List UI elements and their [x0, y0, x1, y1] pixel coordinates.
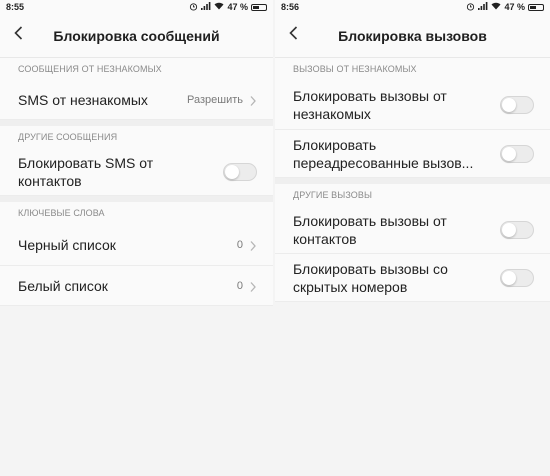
- toggle-knob: [225, 164, 239, 179]
- block-forwarded-row[interactable]: Блокировать переадресованные вызов...: [275, 130, 550, 178]
- page-title: Блокировка сообщений: [53, 27, 220, 44]
- status-time: 8:55: [6, 2, 25, 12]
- back-button[interactable]: [275, 14, 311, 58]
- sms-unknown-row[interactable]: SMS от незнакомых Разрешить: [0, 80, 273, 120]
- row-label: Белый список: [18, 277, 108, 294]
- app-header: Блокировка вызовов: [275, 14, 550, 58]
- row-label: Черный список: [18, 236, 116, 253]
- alarm-icon: [189, 2, 198, 13]
- status-bar: 8:55 47 %: [0, 0, 273, 14]
- toggle-knob: [502, 146, 516, 161]
- block-contacts-toggle[interactable]: [500, 220, 534, 239]
- page-title: Блокировка вызовов: [338, 27, 487, 44]
- signal-icon: [478, 2, 488, 12]
- row-right: Разрешить: [187, 94, 257, 106]
- chevron-left-icon: [288, 26, 298, 45]
- row-label: SMS от незнакомых: [18, 91, 148, 108]
- section-header-unknown: ВЫЗОВЫ ОТ НЕЗНАКОМЫХ: [275, 58, 550, 80]
- chevron-right-icon: [249, 94, 257, 106]
- block-sms-contacts-toggle[interactable]: [223, 162, 257, 181]
- wifi-icon: [214, 2, 224, 12]
- section-header-other: ДРУГИЕ СООБЩЕНИЯ: [0, 126, 273, 148]
- row-value: 0: [236, 279, 243, 292]
- row-label: Блокировать вызовы от незнакомых: [293, 87, 447, 122]
- back-button[interactable]: [0, 14, 36, 58]
- block-forwarded-toggle[interactable]: [500, 144, 534, 163]
- toggle-knob: [502, 270, 516, 285]
- row-label: Блокировать вызовы от контактов: [293, 212, 447, 247]
- chevron-right-icon: [249, 239, 257, 251]
- chevron-right-icon: [249, 280, 257, 292]
- row-value: 0: [236, 238, 243, 251]
- row-label: Блокировать вызовы со скрытых номеров: [293, 260, 448, 295]
- battery-percent: 47 %: [227, 2, 248, 12]
- blacklist-row[interactable]: Черный список 0: [0, 224, 273, 266]
- status-bar: 8:56 47 %: [275, 0, 550, 14]
- row-right: 0: [237, 280, 257, 292]
- call-blocking-screen: 8:56 47 % Блокировка вызовов ВЫЗОВЫ ОТ Н…: [275, 0, 550, 476]
- block-unknown-row[interactable]: Блокировать вызовы от незнакомых: [275, 80, 550, 130]
- alarm-icon: [466, 2, 475, 13]
- wifi-icon: [491, 2, 501, 12]
- row-label: Блокировать переадресованные вызов...: [293, 136, 474, 171]
- section-header-unknown: СООБЩЕНИЯ ОТ НЕЗНАКОМЫХ: [0, 58, 273, 80]
- status-time: 8:56: [281, 2, 300, 12]
- toggle-knob: [502, 97, 516, 112]
- section-header-keywords: КЛЮЧЕВЫЕ СЛОВА: [0, 202, 273, 224]
- row-value: Разрешить: [187, 93, 243, 106]
- block-contacts-row[interactable]: Блокировать вызовы от контактов: [275, 206, 550, 254]
- block-hidden-row[interactable]: Блокировать вызовы со скрытых номеров: [275, 254, 550, 302]
- status-icons: 47 %: [466, 2, 544, 13]
- whitelist-row[interactable]: Белый список 0: [0, 266, 273, 306]
- app-header: Блокировка сообщений: [0, 14, 273, 58]
- row-label: Блокировать SMS от контактов: [18, 154, 154, 189]
- chevron-left-icon: [13, 26, 23, 45]
- dual-screenshot: 8:55 47 % Блокировка сообщений СООБЩЕНИЯ…: [0, 0, 550, 476]
- toggle-knob: [502, 222, 516, 237]
- block-unknown-toggle[interactable]: [500, 95, 534, 114]
- battery-icon: [251, 3, 267, 11]
- signal-icon: [201, 2, 211, 12]
- row-right: 0: [237, 239, 257, 251]
- block-sms-contacts-row[interactable]: Блокировать SMS от контактов: [0, 148, 273, 196]
- battery-icon: [528, 3, 544, 11]
- message-blocking-screen: 8:55 47 % Блокировка сообщений СООБЩЕНИЯ…: [0, 0, 273, 476]
- block-hidden-toggle[interactable]: [500, 268, 534, 287]
- section-header-other: ДРУГИЕ ВЫЗОВЫ: [275, 184, 550, 206]
- battery-percent: 47 %: [504, 2, 525, 12]
- status-icons: 47 %: [189, 2, 267, 13]
